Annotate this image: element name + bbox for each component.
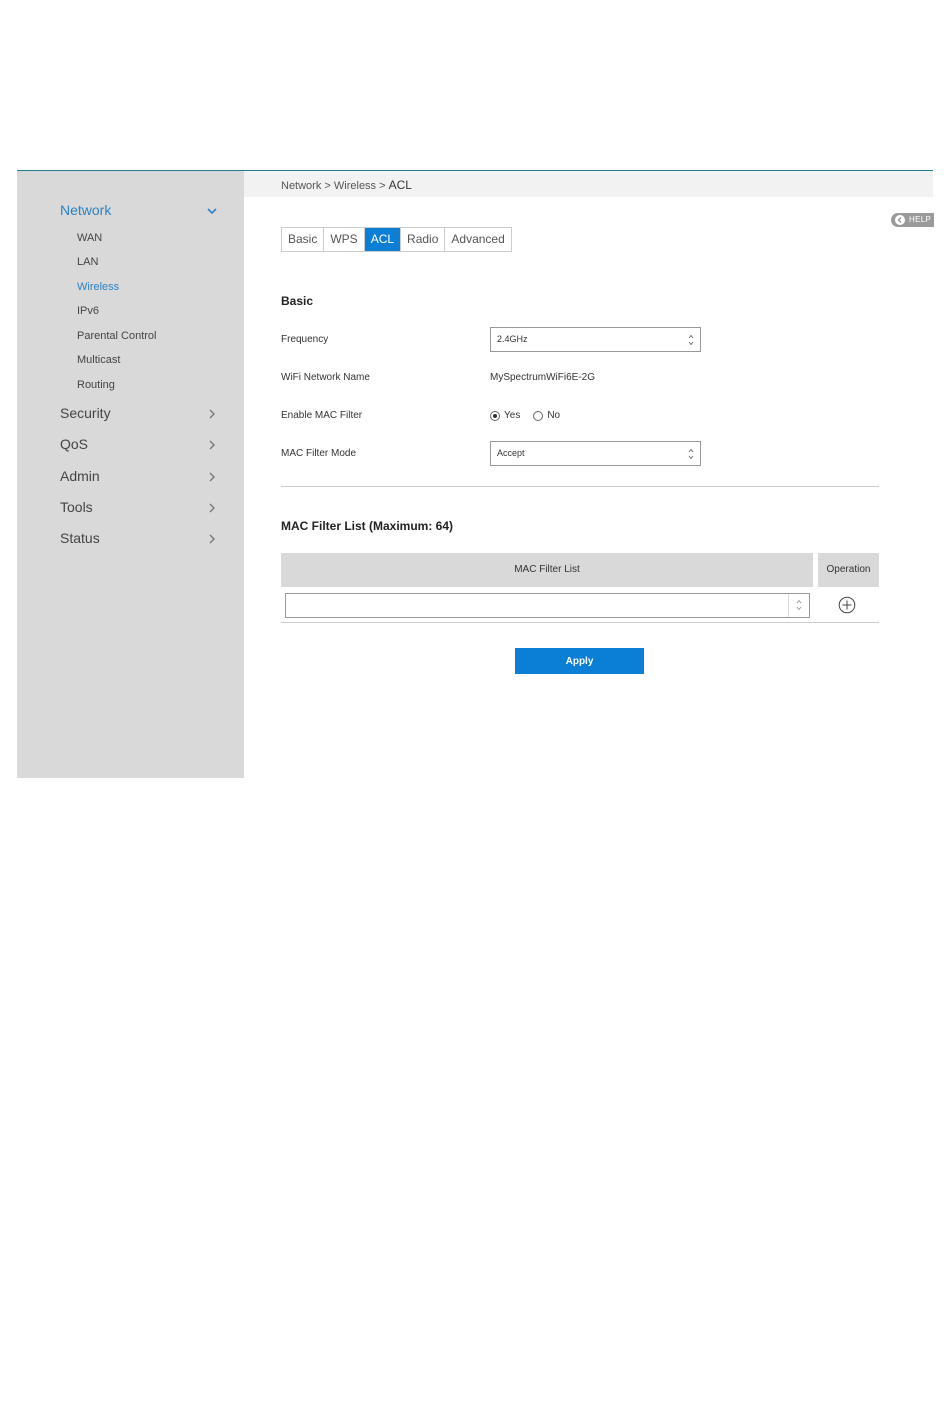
sidebar-item-tools[interactable]: Tools xyxy=(60,499,93,515)
add-circle-icon[interactable] xyxy=(838,596,856,614)
frequency-select[interactable]: 2.4GHz xyxy=(490,327,701,352)
column-header-mac-filter-list: MAC Filter List xyxy=(281,553,813,587)
select-arrows-icon xyxy=(688,334,694,346)
sidebar-subitem-ipv6[interactable]: IPv6 xyxy=(77,305,99,317)
sidebar-subitem-routing[interactable]: Routing xyxy=(77,379,115,391)
tab-wps[interactable]: WPS xyxy=(324,228,365,251)
mac-filter-mode-label: MAC Filter Mode xyxy=(281,448,357,459)
sidebar-subitem-wireless[interactable]: Wireless xyxy=(77,281,119,293)
sidebar-subitem-lan[interactable]: LAN xyxy=(77,256,98,268)
chevron-right-icon[interactable] xyxy=(206,439,218,451)
tab-radio[interactable]: Radio xyxy=(401,228,446,251)
table-bottom-divider xyxy=(281,622,879,623)
sidebar-subitem-parental-control[interactable]: Parental Control xyxy=(77,330,157,342)
radio-no-label: No xyxy=(547,410,561,421)
radio-yes[interactable] xyxy=(490,410,500,421)
back-arrow-icon xyxy=(895,215,905,225)
select-arrows-icon xyxy=(688,448,694,460)
chevron-right-icon[interactable] xyxy=(206,408,218,420)
breadcrumb-network[interactable]: Network xyxy=(281,180,321,192)
mac-address-input[interactable] xyxy=(285,593,810,618)
router-admin-frame: Network WAN LAN Wireless IPv6 Parental C… xyxy=(17,170,934,778)
sidebar-item-status[interactable]: Status xyxy=(60,530,100,546)
sidebar-item-admin[interactable]: Admin xyxy=(60,468,100,484)
radio-no[interactable] xyxy=(533,410,544,421)
frequency-value: 2.4GHz xyxy=(497,334,528,344)
breadcrumb-current: ACL xyxy=(388,178,412,192)
radio-yes-label: Yes xyxy=(504,410,521,421)
sidebar: Network WAN LAN Wireless IPv6 Parental C… xyxy=(17,171,244,778)
ssid-value: MySpectrumWiFi6E-2G xyxy=(490,372,596,383)
mac-filter-radio-group: Yes No xyxy=(490,410,560,421)
tab-bar: Basic WPS ACL Radio Advanced xyxy=(281,227,512,252)
breadcrumb-bar: Network > Wireless > ACL xyxy=(244,171,933,197)
ssid-label: WiFi Network Name xyxy=(281,372,370,383)
tab-basic[interactable]: Basic xyxy=(282,228,325,251)
sidebar-item-qos[interactable]: QoS xyxy=(60,436,88,452)
column-header-operation: Operation xyxy=(818,553,879,587)
tab-acl[interactable]: ACL xyxy=(364,228,402,251)
enable-mac-filter-label: Enable MAC Filter xyxy=(281,410,363,421)
mac-filter-mode-select[interactable]: Accept xyxy=(490,441,701,466)
spinner-arrows-icon xyxy=(796,599,802,611)
chevron-right-icon[interactable] xyxy=(206,502,218,514)
help-button[interactable]: HELP xyxy=(891,213,934,227)
mac-input-spinner[interactable] xyxy=(788,594,809,617)
main-content: Network > Wireless > ACL HELP Basic WPS … xyxy=(244,171,934,778)
breadcrumb-separator: > xyxy=(376,180,389,192)
apply-button[interactable]: Apply xyxy=(515,648,644,674)
breadcrumb: Network > Wireless > ACL xyxy=(281,178,412,192)
sidebar-item-security[interactable]: Security xyxy=(60,405,111,421)
section-title-mac-filter-list: MAC Filter List (Maximum: 64) xyxy=(281,519,454,533)
breadcrumb-wireless[interactable]: Wireless xyxy=(334,180,376,192)
section-divider xyxy=(281,486,879,487)
chevron-down-icon[interactable] xyxy=(206,205,218,217)
tab-advanced[interactable]: Advanced xyxy=(445,228,510,251)
frequency-label: Frequency xyxy=(281,334,329,345)
breadcrumb-separator: > xyxy=(321,180,334,192)
mac-filter-mode-value: Accept xyxy=(497,448,525,458)
chevron-right-icon[interactable] xyxy=(206,471,218,483)
chevron-right-icon[interactable] xyxy=(206,533,218,545)
sidebar-item-network[interactable]: Network xyxy=(60,202,111,218)
section-title-basic: Basic xyxy=(281,294,314,308)
sidebar-subitem-multicast[interactable]: Multicast xyxy=(77,354,120,366)
sidebar-subitem-wan[interactable]: WAN xyxy=(77,232,102,244)
help-label: HELP xyxy=(909,215,932,224)
